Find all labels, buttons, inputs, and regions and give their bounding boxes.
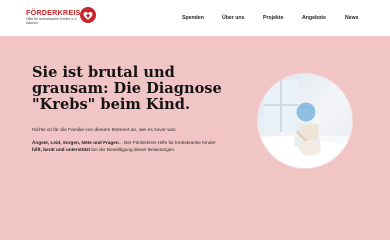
hero-paragraph: Ängste, Leid, Sorgen, Nöte und Fragen...… — [32, 139, 217, 153]
nav-news[interactable]: News — [345, 15, 359, 21]
child-in-hospital-photo — [258, 74, 352, 168]
hero-paragraph-bold-1: Ängste, Leid, Sorgen, Nöte und Fragen — [32, 140, 119, 145]
hero-intro: Nichts ist für die Familie von diesem Mo… — [32, 128, 177, 133]
nav-ueber-uns[interactable]: Über uns — [222, 15, 244, 21]
site-header: FÖRDERKREIS Hilfe für krebskranke Kinder… — [0, 0, 390, 36]
hero-paragraph-bold-2: hilft, berät und unterstützt — [32, 147, 91, 152]
logo-subtitle: Hilfe für krebskranke Kinder e.V. Aachen — [26, 17, 78, 26]
hero-headline: Sie ist brutal und grausam: Die Diagnose… — [32, 64, 222, 114]
hero-paragraph-text-1: ... Der Förderkreis Hilfe für krebskrank… — [118, 140, 216, 145]
logo-title: FÖRDERKREIS — [26, 8, 81, 17]
site-logo[interactable]: FÖRDERKREIS Hilfe für krebskranke Kinder… — [26, 7, 100, 32]
hero-paragraph-text-2: bei der Bewältigung dieser Belastungen. — [90, 147, 176, 152]
heart-cross-emblem-icon — [80, 7, 96, 23]
nav-projekte[interactable]: Projekte — [263, 15, 283, 21]
nav-spenden[interactable]: Spenden — [182, 15, 204, 21]
nav-angebote[interactable]: Angebote — [302, 15, 326, 21]
hero-section: Sie ist brutal und grausam: Die Diagnose… — [0, 36, 390, 240]
